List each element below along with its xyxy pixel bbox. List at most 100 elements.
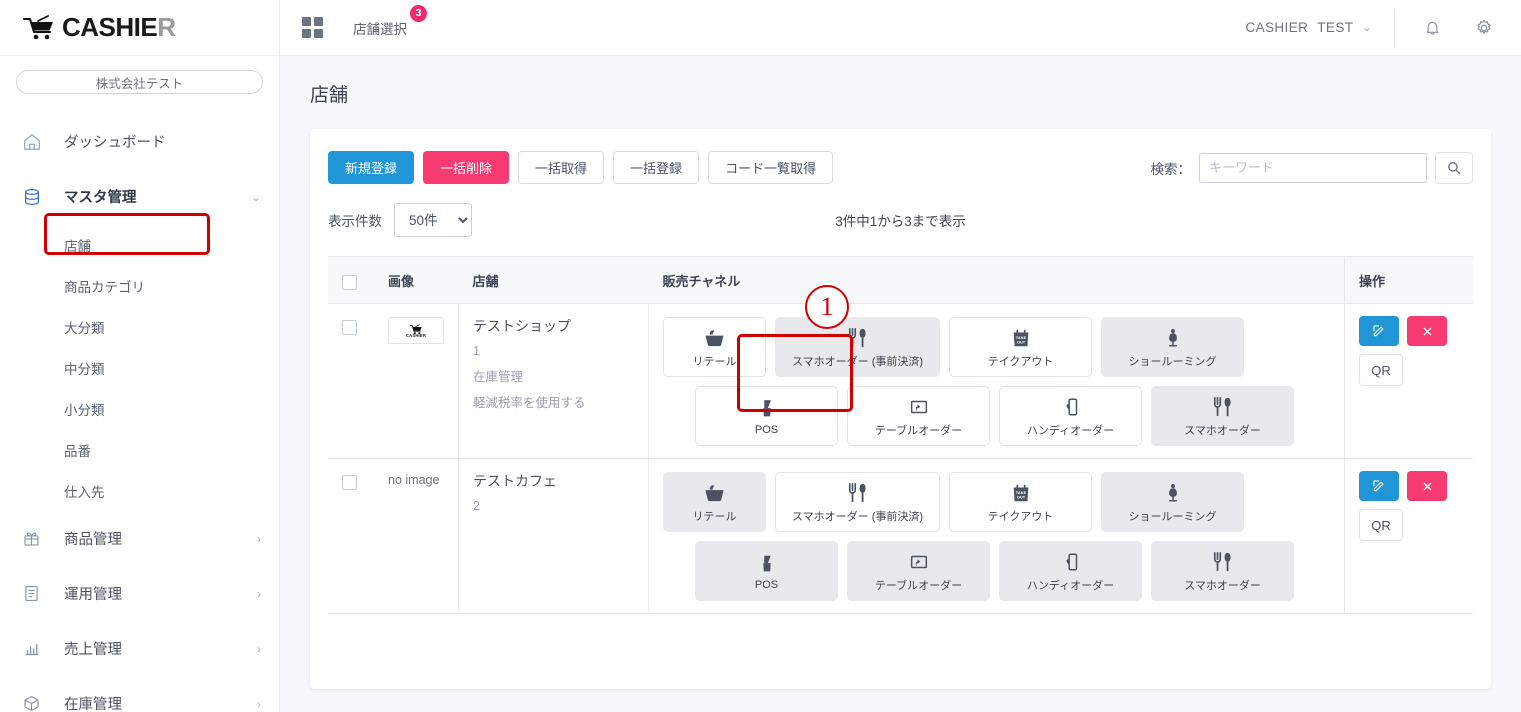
store-table: 画像 店舗 販売チャネル 操作 CASHIER テストショップ 1 在庫管理 軽… <box>328 256 1473 614</box>
handy-order-icon <box>1060 395 1082 419</box>
basket-icon <box>702 326 727 350</box>
delete-button[interactable] <box>1407 316 1447 346</box>
bell-icon[interactable] <box>1417 13 1447 43</box>
channel-takeout[interactable]: TAKE OUT テイクアウト <box>949 317 1092 377</box>
channel-label: テイクアウト <box>987 355 1054 368</box>
sidebar-item-dashboard[interactable]: ダッシュボード <box>0 114 279 169</box>
header-channel: 販売チャネル <box>648 256 1345 304</box>
search-button[interactable] <box>1435 151 1473 184</box>
row-store-cell: テストカフェ 2 <box>458 458 649 614</box>
search-input[interactable] <box>1199 152 1427 183</box>
delete-button[interactable] <box>1407 471 1447 501</box>
edit-button[interactable] <box>1359 471 1399 501</box>
sidebar-nav: ダッシュボード マスタ管理 ⌄ 店舗 商品カテゴリ 大分類 中分類 小分類 品番… <box>0 100 279 712</box>
takeout-bag-icon: TAKE OUT <box>1010 481 1032 505</box>
brand-logo: CASHIER <box>22 12 176 43</box>
channel-handy-order[interactable]: ハンディオーダー <box>999 541 1142 601</box>
channel-label: テーブルオーダー <box>874 579 963 592</box>
page-size-select[interactable]: 50件 <box>394 203 472 237</box>
channel-label: スマホオーダー <box>1184 579 1261 592</box>
cutlery-icon <box>1212 550 1234 574</box>
sidebar-subitem-label: 大分類 <box>64 320 105 336</box>
table-row: no image テストカフェ 2 リテール スマホオーダー (事前決済) TA… <box>328 458 1473 614</box>
row-image-cell: CASHIER <box>374 303 459 459</box>
ops-button-group: QR <box>1359 316 1459 386</box>
result-range-text: 3件中1から3まで表示 <box>835 214 966 229</box>
sidebar: CASHIER 株式会社テスト ダッシュボード マスタ管理 ⌄ 店舗 商品カテゴ… <box>0 0 280 712</box>
bulk-delete-button[interactable]: 一括削除 <box>423 151 510 184</box>
channel-handy-order[interactable]: ハンディオーダー <box>999 386 1142 446</box>
pager-bar: 表示件数 50件 3件中1から3まで表示 <box>328 200 1473 240</box>
channel-label: ハンディオーダー <box>1026 424 1115 437</box>
user-role: CASHIER <box>1245 20 1309 35</box>
sidebar-item-supplier[interactable]: 仕入先 <box>0 470 279 511</box>
channel-table-order[interactable]: テーブルオーダー <box>847 541 990 601</box>
sidebar-item-label: ダッシュボード <box>64 135 166 151</box>
page-size-select-wrap: 50件 <box>394 203 472 237</box>
row-checkbox-cell <box>328 458 374 614</box>
box-icon <box>22 694 48 712</box>
channel-smartphone-order-prepaid[interactable]: スマホオーダー (事前決済) <box>775 317 940 377</box>
sidebar-item-store[interactable]: 店舗 <box>0 224 279 265</box>
thumbnail-brand-text: CASHIER <box>405 333 427 339</box>
store-select-link[interactable]: 店舗選択 3 <box>353 4 427 38</box>
channel-retail[interactable]: リテール <box>663 317 766 377</box>
store-thumbnail[interactable]: CASHIER <box>388 317 444 344</box>
gear-icon[interactable] <box>1469 13 1499 43</box>
channel-smartphone-order-prepaid[interactable]: スマホオーダー (事前決済) <box>775 472 940 532</box>
svg-text:OUT: OUT <box>1016 494 1025 499</box>
channel-pos[interactable]: POS <box>695 541 838 601</box>
channel-table-order[interactable]: テーブルオーダー <box>847 386 990 446</box>
sidebar-item-part-number[interactable]: 品番 <box>0 429 279 470</box>
sidebar-subitem-label: 品番 <box>64 443 91 459</box>
new-register-button[interactable]: 新規登録 <box>328 151 415 184</box>
channel-label: ショールーミング <box>1128 510 1217 523</box>
sidebar-item-operation-management[interactable]: 運用管理 › <box>0 566 279 621</box>
row-select-checkbox[interactable] <box>342 475 357 490</box>
sidebar-item-inventory-management[interactable]: 在庫管理 › <box>0 676 279 712</box>
topbar-divider <box>1394 7 1395 48</box>
channel-row: リテール スマホオーダー (事前決済) TAKE OUT テイクアウト ショール… <box>663 317 1330 377</box>
sidebar-item-product-management[interactable]: 商品管理 › <box>0 511 279 566</box>
code-list-get-button[interactable]: コード一覧取得 <box>708 151 834 184</box>
select-all-checkbox[interactable] <box>342 274 357 290</box>
brand-header[interactable]: CASHIER <box>0 0 279 56</box>
channel-showrooming[interactable]: ショールーミング <box>1101 317 1244 377</box>
user-menu[interactable]: CASHIER TEST ⌄ <box>1245 20 1372 35</box>
bulk-get-button[interactable]: 一括取得 <box>518 151 605 184</box>
channel-showrooming[interactable]: ショールーミング <box>1101 472 1244 532</box>
user-name: TEST <box>1317 20 1354 35</box>
basket-icon <box>702 481 727 505</box>
channel-label: POS <box>754 423 779 436</box>
sidebar-item-master[interactable]: マスタ管理 ⌄ <box>0 169 279 224</box>
sidebar-item-minor-category[interactable]: 小分類 <box>0 388 279 429</box>
channel-smartphone-order[interactable]: スマホオーダー <box>1151 386 1294 446</box>
content-area: 店舗 新規登録 一括削除 一括取得 一括登録 コード一覧取得 検索： キーワード… <box>280 56 1521 712</box>
row-checkbox-cell <box>328 303 374 459</box>
edit-button[interactable] <box>1359 316 1399 346</box>
sidebar-item-sales-management[interactable]: 売上管理 › <box>0 621 279 676</box>
takeout-bag-icon: TAKE OUT <box>1010 326 1032 350</box>
chevron-down-icon: ⌄ <box>1362 22 1372 34</box>
qr-button[interactable]: QR <box>1359 509 1403 541</box>
main-area: 店舗選択 3 CASHIER TEST ⌄ 店舗 新規登録 一括削除 一括取得 … <box>280 0 1521 712</box>
qr-button[interactable]: QR <box>1359 354 1403 386</box>
row-image-cell: no image <box>374 458 459 614</box>
grid-apps-icon[interactable] <box>302 17 323 38</box>
channel-pos[interactable]: POS <box>695 386 838 446</box>
pos-terminal-icon <box>756 552 778 576</box>
sidebar-item-middle-category[interactable]: 中分類 <box>0 347 279 388</box>
bulk-register-button[interactable]: 一括登録 <box>613 151 700 184</box>
channel-retail[interactable]: リテール <box>663 472 766 532</box>
channel-label: スマホオーダー (事前決済) <box>791 510 924 523</box>
sidebar-item-major-category[interactable]: 大分類 <box>0 306 279 347</box>
sidebar-item-label: 売上管理 <box>64 642 122 658</box>
channel-takeout[interactable]: TAKE OUT テイクアウト <box>949 472 1092 532</box>
shopping-cart-icon <box>22 14 56 41</box>
row-select-checkbox[interactable] <box>342 320 357 335</box>
sidebar-subitem-label: 仕入先 <box>64 484 105 500</box>
sidebar-subitem-label: 小分類 <box>64 402 105 418</box>
sidebar-item-label: 在庫管理 <box>64 697 122 712</box>
sidebar-item-product-category[interactable]: 商品カテゴリ <box>0 265 279 306</box>
channel-smartphone-order[interactable]: スマホオーダー <box>1151 541 1294 601</box>
